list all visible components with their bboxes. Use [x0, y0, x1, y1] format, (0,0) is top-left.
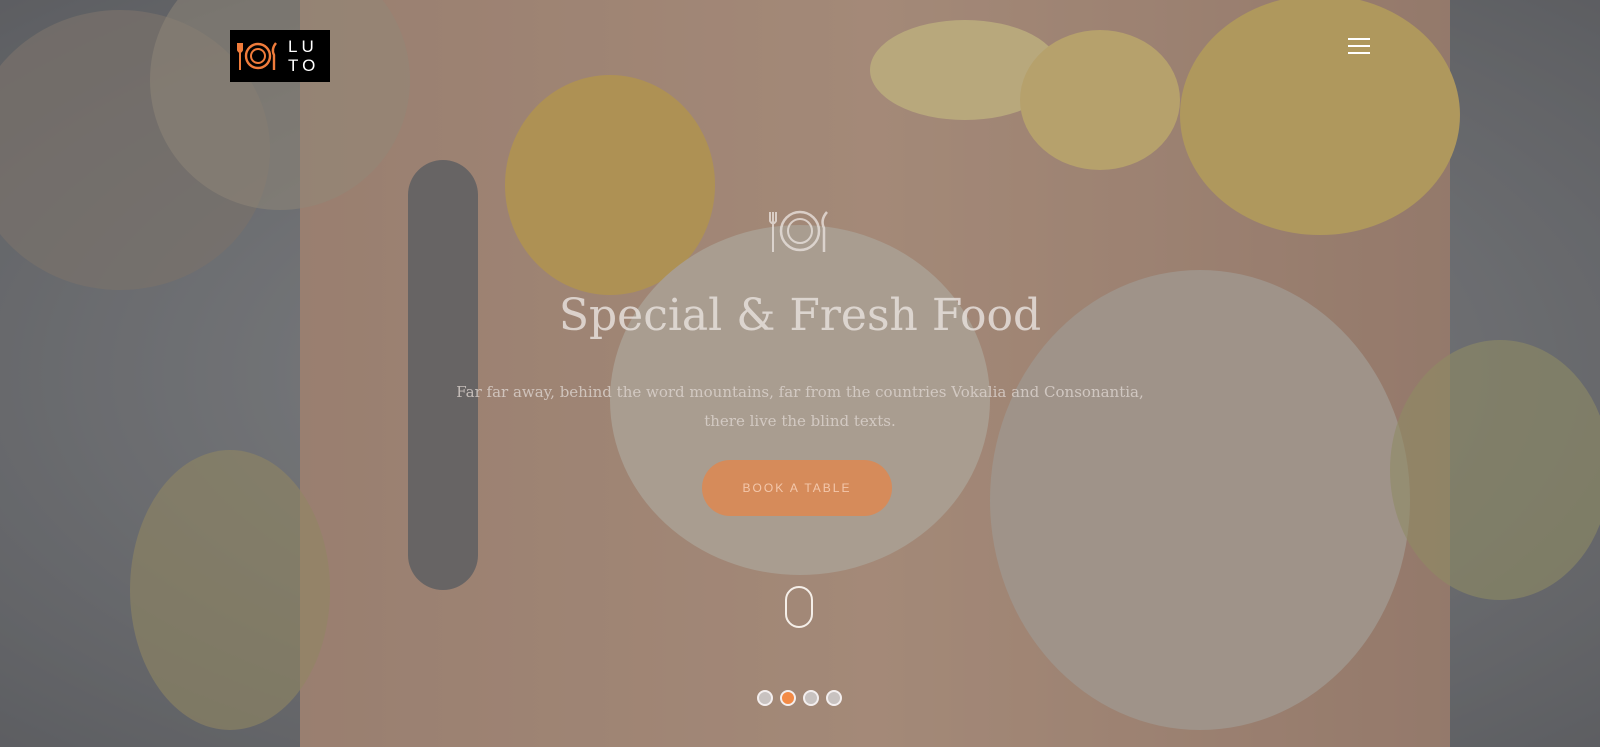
- slider-dot[interactable]: [757, 690, 773, 706]
- hamburger-menu-button[interactable]: [1348, 36, 1372, 58]
- slider-pagination: [757, 690, 842, 706]
- slider-dot[interactable]: [803, 690, 819, 706]
- hero-lead-text: Far far away, behind the word mountains,…: [456, 383, 1144, 430]
- plate-fork-knife-icon: [769, 210, 828, 252]
- slider-dot-active[interactable]: [780, 690, 796, 706]
- mouse-scroll-icon[interactable]: [785, 586, 813, 628]
- menu-line: [1348, 38, 1370, 40]
- logo-text: LU TO: [288, 37, 320, 75]
- hero-overlay: [0, 0, 1600, 747]
- book-a-table-button[interactable]: BOOK A TABLE: [702, 460, 892, 516]
- menu-line: [1348, 45, 1370, 47]
- hero-section: LU TO Special & Fresh Food Far far away,…: [0, 0, 1600, 747]
- slider-dot[interactable]: [826, 690, 842, 706]
- logo-plate-icon: [237, 42, 277, 70]
- hero-title: Special & Fresh Food: [558, 290, 1042, 341]
- menu-line: [1348, 52, 1370, 54]
- site-logo[interactable]: LU TO: [230, 30, 330, 82]
